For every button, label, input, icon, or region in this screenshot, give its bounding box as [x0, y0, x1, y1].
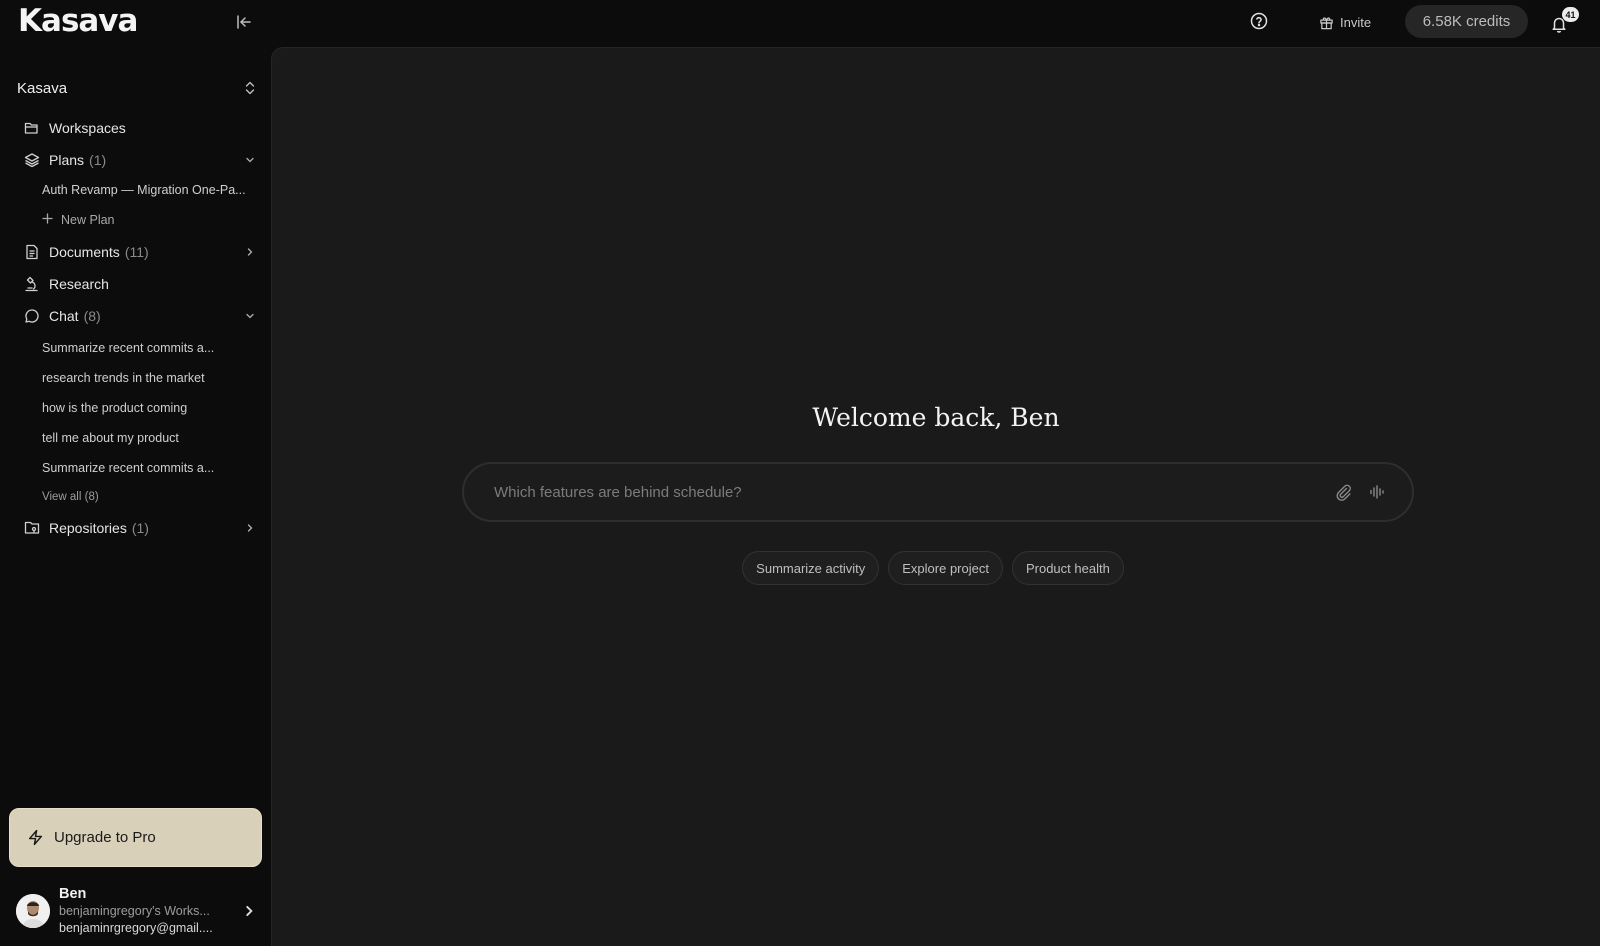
sidebar-item-label: Research [49, 276, 109, 292]
user-profile-menu[interactable]: Ben benjamingregory's Works... benjaminr… [16, 881, 256, 941]
view-all-chats-link[interactable]: View all (8) [42, 487, 256, 507]
user-workspace: benjamingregory's Works... [59, 903, 210, 918]
layers-icon [24, 152, 40, 168]
sidebar-item-label: Documents [49, 244, 120, 260]
chat-bubble-icon [24, 308, 40, 324]
chat-prompt-input[interactable] [494, 483, 1334, 501]
gift-icon [1320, 16, 1333, 29]
avatar [16, 894, 50, 928]
top-bar: Kasava Invite 6.58K credits 41 [0, 0, 1600, 46]
suggestion-chip-summarize-activity[interactable]: Summarize activity [742, 551, 880, 585]
chevron-right-icon[interactable] [244, 522, 256, 534]
chat-item[interactable]: Summarize recent commits a... [42, 338, 227, 358]
sidebar-item-workspaces[interactable]: Workspaces [24, 116, 256, 140]
upgrade-label: Upgrade to Pro [54, 829, 156, 846]
sidebar-item-plans[interactable]: Plans (1) [24, 148, 256, 172]
invite-button[interactable]: Invite [1319, 11, 1371, 33]
sidebar-item-repositories[interactable]: Repositories (1) [24, 516, 256, 540]
chat-item[interactable]: research trends in the market [42, 368, 256, 388]
user-avatar-icon [16, 894, 50, 928]
chat-item[interactable]: tell me about my product [42, 428, 256, 448]
chevron-down-icon[interactable] [244, 310, 256, 322]
sidebar-item-label: Repositories [49, 520, 127, 536]
sidebar-item-research[interactable]: Research [24, 272, 256, 296]
chat-item[interactable]: how is the product coming [42, 398, 256, 418]
chevron-up-down-icon [245, 81, 255, 95]
documents-count: (11) [124, 244, 149, 260]
sidebar-item-documents[interactable]: Documents (11) [24, 240, 256, 264]
help-circle-icon [1250, 12, 1268, 30]
sidebar-item-label: Plans [49, 152, 85, 168]
notification-count-badge: 41 [1562, 7, 1579, 22]
welcome-heading: Welcome back, Ben [812, 403, 1060, 432]
repository-icon [24, 520, 40, 536]
collapse-sidebar-button[interactable] [234, 12, 254, 32]
sidebar-item-label: Workspaces [49, 120, 126, 136]
user-name: Ben [59, 885, 87, 902]
collapse-left-icon [237, 15, 251, 29]
invite-label: Invite [1340, 14, 1372, 30]
sidebar-item-chat[interactable]: Chat (8) [24, 304, 256, 328]
chat-prompt-box [462, 462, 1414, 522]
new-plan-label: New Plan [61, 213, 115, 227]
main-content: Welcome back, Ben Summarize activity Exp… [271, 47, 1600, 946]
chat-count: (8) [83, 308, 101, 324]
upgrade-to-pro-button[interactable]: Upgrade to Pro [9, 808, 262, 867]
help-button[interactable] [1250, 12, 1270, 32]
kasava-logo[interactable]: Kasava [18, 3, 138, 39]
microscope-icon [24, 276, 40, 292]
suggestion-chip-product-health[interactable]: Product health [1011, 551, 1124, 585]
paperclip-icon[interactable] [1334, 483, 1352, 501]
workspace-switcher[interactable]: Kasava [17, 76, 257, 100]
plus-icon [42, 210, 53, 230]
sidebar: Kasava Workspaces Plans (1) Auth Revamp … [0, 46, 270, 946]
plan-item[interactable]: Auth Revamp — Migration One-Pa... [42, 180, 256, 200]
lightning-icon [28, 829, 43, 846]
chevron-right-icon[interactable] [244, 246, 256, 258]
new-plan-button[interactable]: New Plan [42, 210, 256, 230]
notifications-button[interactable]: 41 [1550, 7, 1579, 36]
plans-count: (1) [89, 152, 107, 168]
document-icon [24, 244, 40, 260]
voice-waveform-icon[interactable] [1368, 483, 1386, 501]
credits-badge[interactable]: 6.58K credits [1405, 5, 1528, 38]
sidebar-item-label: Chat [49, 308, 79, 324]
folder-icon [24, 120, 40, 136]
user-email: benjaminrgregory@gmail.... [59, 920, 213, 935]
repositories-count: (1) [131, 520, 149, 536]
chat-item[interactable]: Summarize recent commits a... [42, 458, 227, 478]
chevron-down-icon[interactable] [244, 154, 256, 166]
suggestion-chips: Summarize activity Explore project Produ… [272, 551, 1600, 585]
workspace-name: Kasava [17, 79, 68, 97]
chevron-right-icon [246, 905, 253, 917]
suggestion-chip-explore-project[interactable]: Explore project [888, 551, 1003, 585]
